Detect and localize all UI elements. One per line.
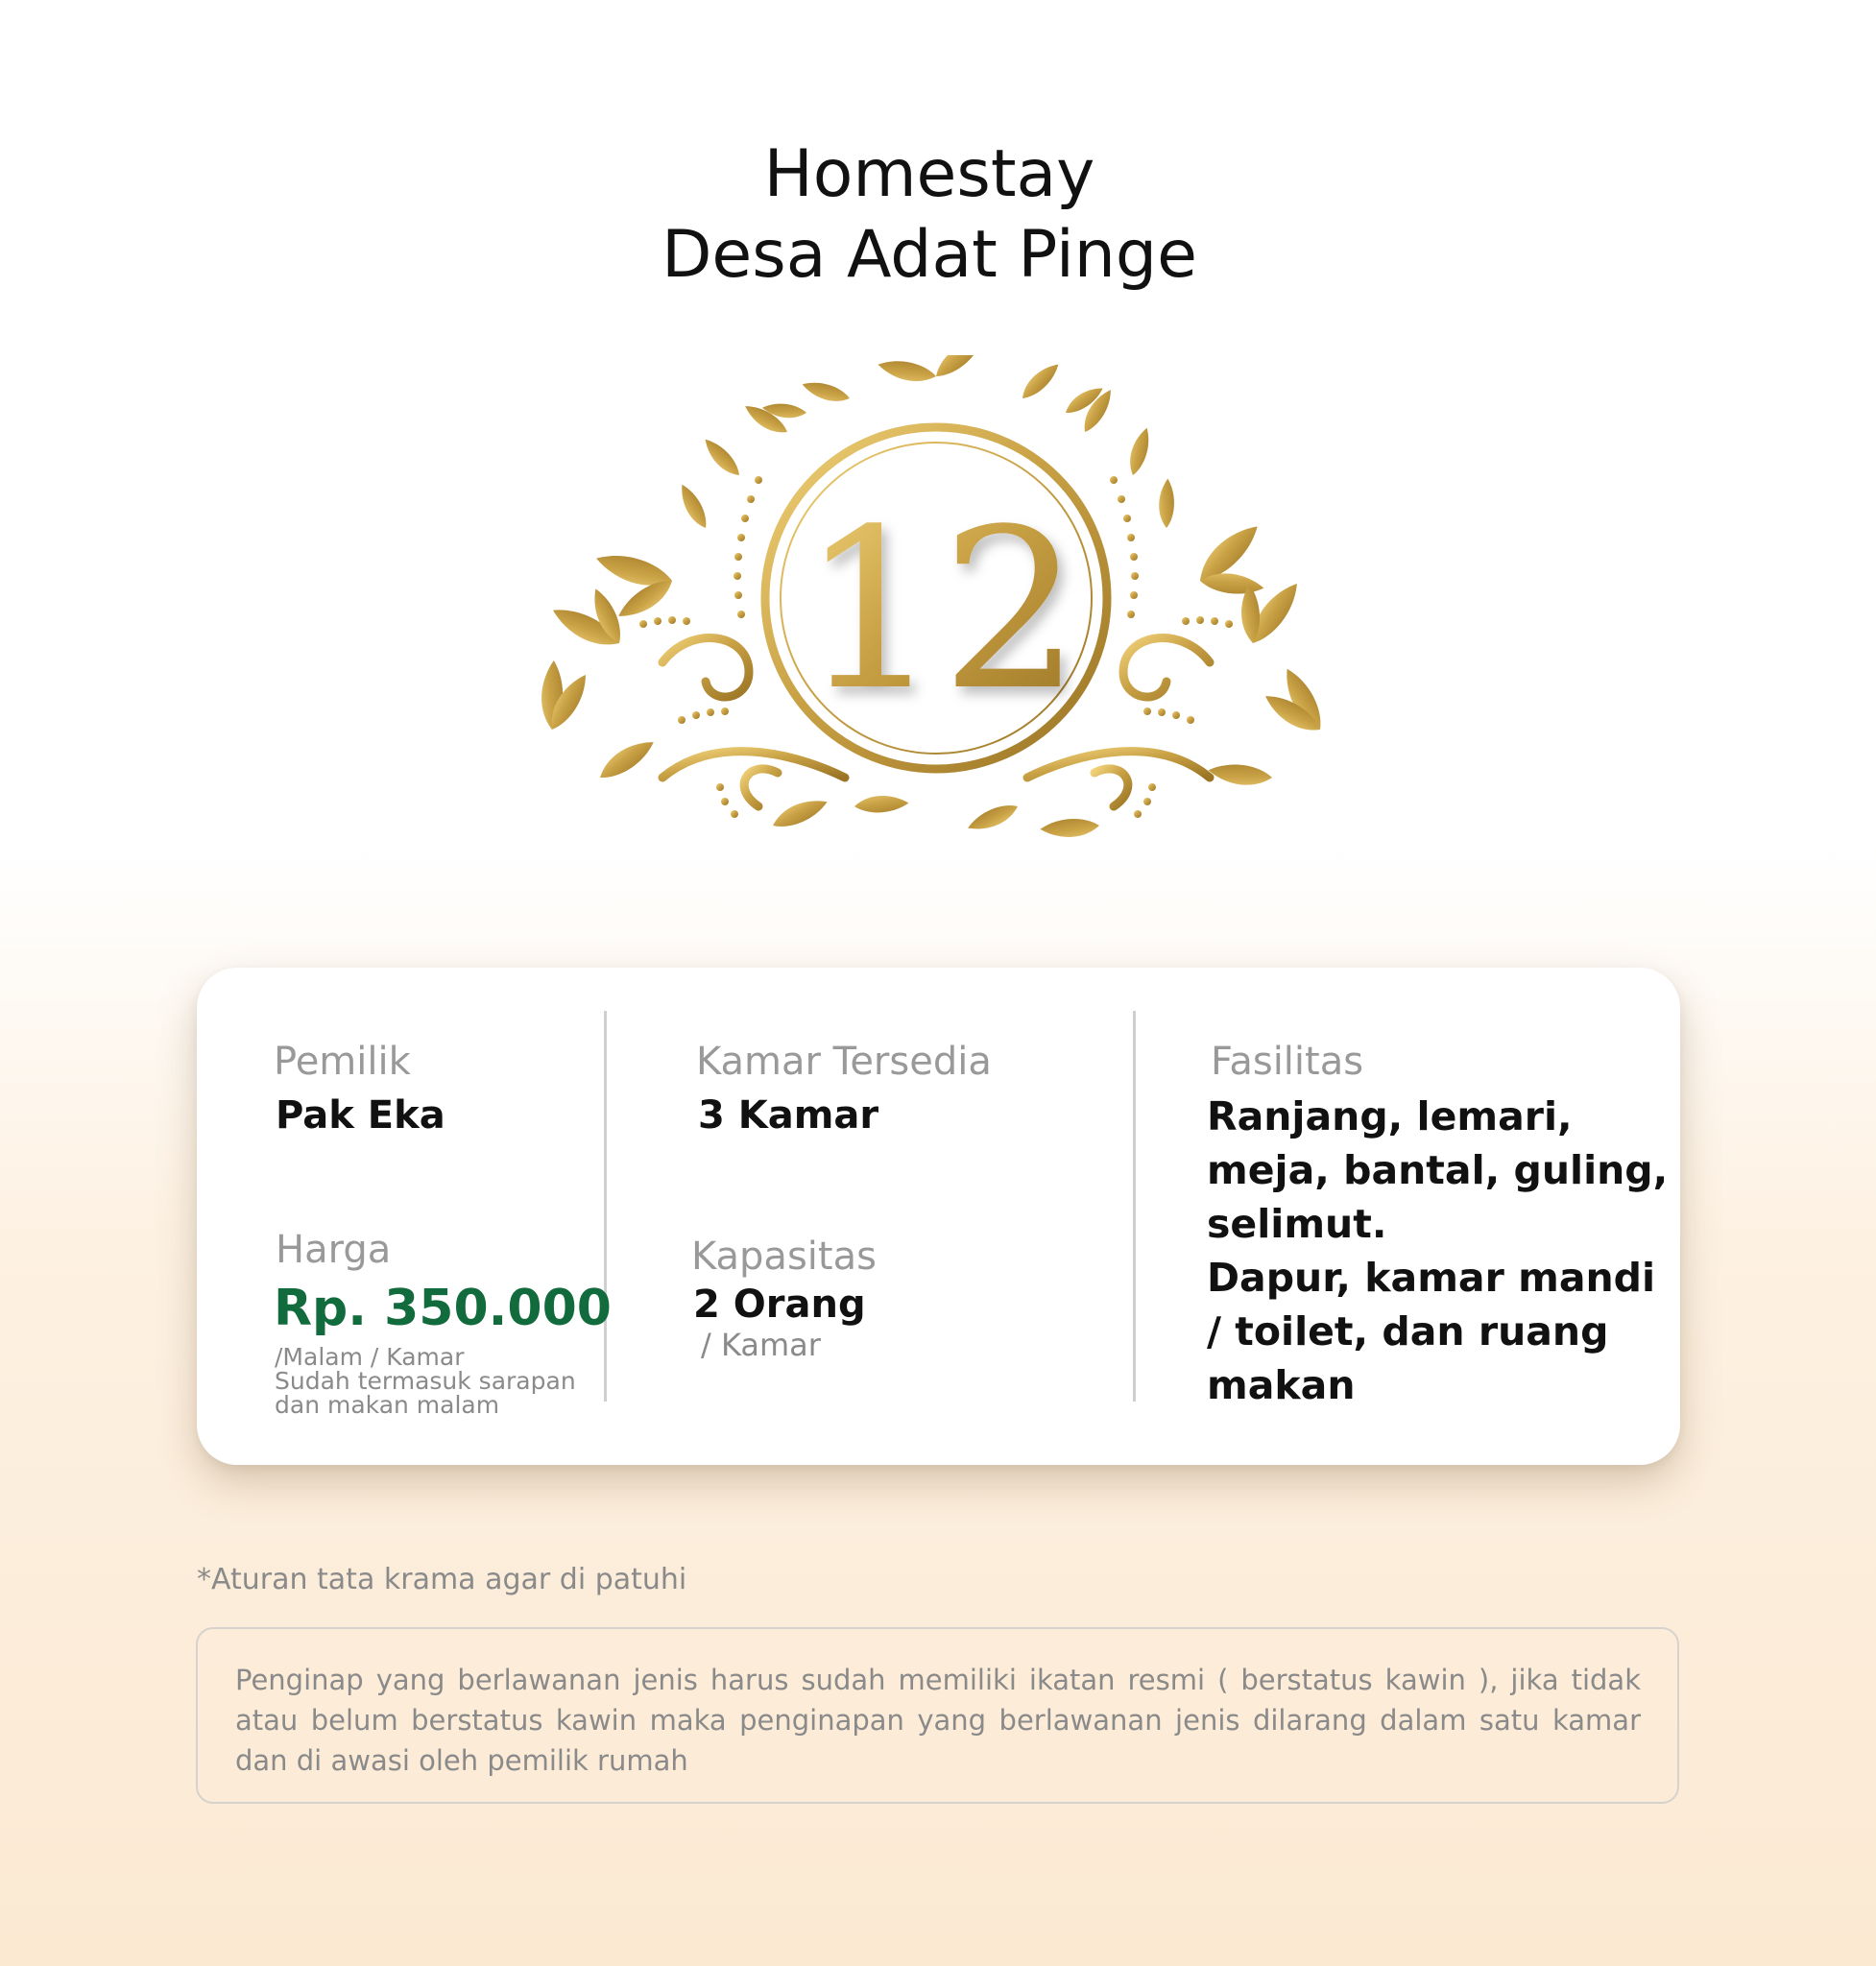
facilities-line: makan <box>1207 1362 1356 1408</box>
page-title: Homestay Desa Adat Pinge <box>0 134 1859 296</box>
owner-value: Pak Eka <box>276 1093 445 1138</box>
emblem-number: 12 <box>801 483 1082 739</box>
price-unit: /Malam / Kamar <box>275 1343 465 1371</box>
rules-box: Penginap yang berlawanan jenis harus sud… <box>196 1627 1679 1804</box>
page-title-line1: Homestay <box>763 136 1095 212</box>
price-label: Harga <box>276 1228 392 1272</box>
capacity-value: 2 Orang <box>693 1283 866 1327</box>
price-note-line2: dan makan malam <box>275 1391 500 1419</box>
rooms-value: 3 Kamar <box>698 1093 879 1138</box>
rooms-label: Kamar Tersedia <box>696 1040 992 1084</box>
facilities-line: selimut. <box>1207 1201 1387 1247</box>
capacity-unit: / Kamar <box>701 1327 821 1363</box>
facilities-line: Dapur, kamar mandi <box>1207 1255 1656 1301</box>
price-details: /Malam / Kamar Sudah termasuk sarapan da… <box>275 1345 576 1417</box>
facilities-list: Ranjang, lemari, meja, bantal, guling, s… <box>1207 1090 1668 1412</box>
price-value: Rp. 350.000 <box>274 1280 612 1337</box>
facilities-label: Fasilitas <box>1211 1040 1364 1084</box>
gold-laurel-crest-icon: 12 <box>532 355 1324 843</box>
facilities-line: meja, bantal, guling, <box>1207 1147 1669 1193</box>
price-note-line1: Sudah termasuk sarapan <box>275 1367 576 1395</box>
page-title-line2: Desa Adat Pinge <box>661 217 1197 293</box>
rules-note: *Aturan tata krama agar di patuhi <box>197 1563 687 1596</box>
card-divider-1 <box>604 1011 607 1402</box>
info-card: Pemilik Pak Eka Harga Rp. 350.000 /Malam… <box>197 968 1680 1465</box>
facilities-line: / toilet, dan ruang <box>1207 1308 1609 1355</box>
card-divider-2 <box>1133 1011 1136 1402</box>
rules-text: Penginap yang berlawanan jenis harus sud… <box>235 1664 1641 1777</box>
facilities-line: Ranjang, lemari, <box>1207 1093 1573 1139</box>
capacity-label: Kapasitas <box>691 1235 877 1279</box>
owner-label: Pemilik <box>274 1040 411 1084</box>
